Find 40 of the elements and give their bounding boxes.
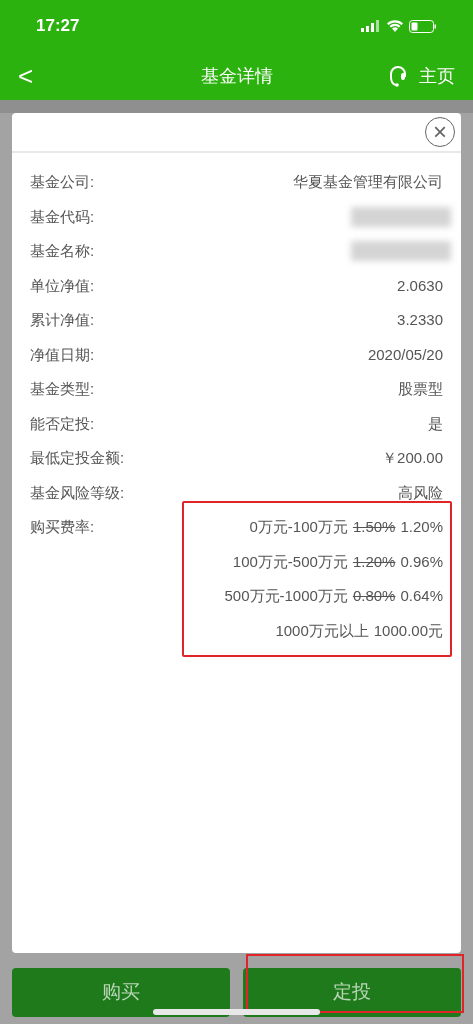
original-rate: 0.80% <box>352 586 396 606</box>
field-value: 2020/05/20 <box>367 344 443 365</box>
field-label: 基金代码: <box>30 206 95 227</box>
amount-range: 0万元-100万元 <box>249 517 348 537</box>
back-button[interactable]: < <box>18 63 48 89</box>
amount-range: 100万元-500万元 <box>232 551 348 572</box>
field-label: 基金名称: <box>30 241 95 261</box>
field-label: 最低定投金额: <box>30 448 125 468</box>
amount-range: 1000万元以上 <box>275 620 369 641</box>
discounted-rate: 1.20% <box>400 517 443 537</box>
field-value: ￥200.00 <box>382 448 443 468</box>
field-value: 是 <box>428 413 443 434</box>
field-label: 基金公司: <box>30 172 95 192</box>
home-link[interactable]: 主页 <box>419 62 455 90</box>
wifi-icon <box>387 20 403 32</box>
battery-icon <box>409 19 437 33</box>
action-button[interactable]: 购买 <box>12 968 230 1017</box>
field-label: 购买费率: <box>30 517 95 537</box>
signal-icon <box>361 20 381 32</box>
discounted-rate: 1000.00元 <box>373 620 443 641</box>
headset-icon[interactable] <box>387 64 409 88</box>
discounted-rate: 0.96% <box>400 551 443 572</box>
field-value: 高风险 <box>398 482 443 503</box>
action-button[interactable]: 定投 <box>243 968 461 1017</box>
status-time: 17:27 <box>36 15 80 38</box>
discounted-rate: 0.64% <box>400 586 443 606</box>
field-label: 基金风险等级: <box>30 482 125 503</box>
field-label: 单位净值: <box>30 275 95 296</box>
field-value: 2.0630 <box>397 275 443 296</box>
original-rate: 1.20% <box>352 551 396 572</box>
field-label: 能否定投: <box>30 413 95 434</box>
field-label: 净值日期: <box>30 344 95 365</box>
page-title: 基金详情 <box>200 64 273 88</box>
amount-range: 500万元-1000万元 <box>224 586 348 606</box>
field-label: 基金类型: <box>30 379 95 399</box>
original-rate: 1.50% <box>352 517 396 537</box>
field-value: 华夏基金管理有限公司 <box>293 172 443 192</box>
field-value: 股票型 <box>398 379 443 399</box>
field-value: 3.2330 <box>397 310 443 330</box>
field-label: 累计净值: <box>30 310 95 330</box>
